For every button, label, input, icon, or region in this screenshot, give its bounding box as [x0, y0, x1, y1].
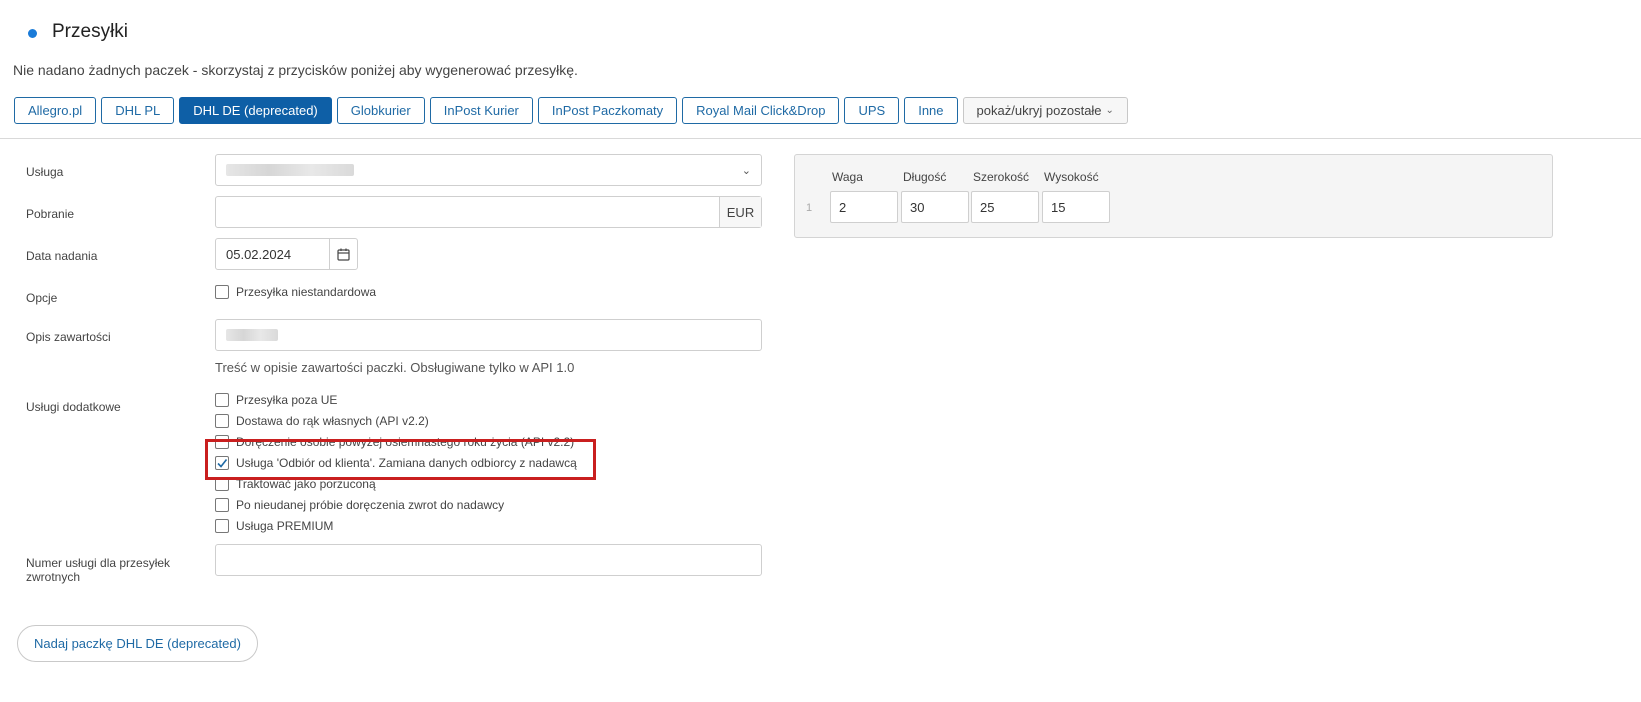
package-dimensions-panel: Waga Długość Szerokość Wysokość 1 2 30 2…: [794, 154, 1553, 238]
date-value: 05.02.2024: [226, 246, 292, 262]
extra-service-checkbox[interactable]: [215, 518, 229, 533]
extra-service-checkbox[interactable]: [215, 392, 229, 407]
chevron-down-icon: ⌄: [741, 165, 751, 177]
weight-header: Waga: [832, 170, 863, 184]
height-header: Wysokość: [1044, 170, 1099, 184]
calendar-icon: [337, 248, 350, 261]
return-service-label-line1: Numer usługi dla przesyłek: [26, 556, 171, 570]
carrier-button-bar: Allegro.pl DHL PL DHL DE (deprecated) Gl…: [14, 97, 1128, 124]
chevron-down-icon: ⌄: [1105, 105, 1114, 116]
cod-amount-input[interactable]: EUR: [215, 196, 762, 228]
length-input[interactable]: 30: [901, 191, 969, 223]
height-input[interactable]: 15: [1042, 191, 1110, 223]
option-nonstandard-row[interactable]: Przesyłka niestandardowa: [215, 281, 376, 302]
section-divider: [0, 138, 1641, 139]
nonstandard-checkbox[interactable]: [215, 284, 229, 299]
extra-service-item[interactable]: Po nieudanej próbie doręczenia zwrot do …: [215, 494, 577, 515]
service-label: Usługa: [26, 165, 64, 179]
show-hide-label: pokaż/ukryj pozostałe: [976, 103, 1102, 118]
cod-currency-addon: EUR: [719, 197, 761, 227]
content-description-help: Treść w opisie zawartości paczki. Obsług…: [215, 360, 575, 375]
extra-service-label: Po nieudanej próbie doręczenia zwrot do …: [236, 497, 505, 512]
extra-service-label: Dostawa do rąk własnych (API v2.2): [236, 413, 429, 428]
extra-service-label: Usługa PREMIUM: [236, 518, 334, 533]
redacted-service-value: [226, 164, 354, 176]
carrier-button-royal-mail[interactable]: Royal Mail Click&Drop: [682, 97, 840, 124]
create-shipment-button[interactable]: Nadaj paczkę DHL DE (deprecated): [17, 625, 258, 662]
extra-service-item[interactable]: Przesyłka poza UE: [215, 389, 577, 410]
content-description-input[interactable]: [215, 319, 762, 351]
return-service-number-label: Numer usługi dla przesyłek zwrotnych: [26, 556, 170, 584]
extra-service-checkbox[interactable]: [215, 413, 229, 428]
extra-service-item[interactable]: Dostawa do rąk własnych (API v2.2): [215, 410, 577, 431]
return-service-number-input[interactable]: [215, 544, 762, 576]
annotation-highlight-box: [205, 439, 596, 480]
service-select[interactable]: ⌄: [215, 154, 762, 186]
nonstandard-checkbox-label: Przesyłka niestandardowa: [236, 284, 377, 299]
carrier-button-globkurier[interactable]: Globkurier: [336, 97, 425, 124]
carrier-button-dhl-de[interactable]: DHL DE (deprecated): [179, 97, 332, 124]
return-service-label-line2: zwrotnych: [26, 570, 81, 584]
extra-services-label: Usługi dodatkowe: [26, 400, 121, 414]
weight-input[interactable]: 2: [830, 191, 898, 223]
show-hide-more-carriers-button[interactable]: pokaż/ukryj pozostałe ⌄: [962, 97, 1128, 124]
date-input[interactable]: 05.02.2024: [215, 238, 358, 270]
package-row-index: 1: [806, 202, 813, 214]
redacted-content-value: [226, 329, 278, 341]
no-shipments-message: Nie nadano żadnych paczek - skorzystaj z…: [13, 62, 578, 78]
carrier-button-inpost-paczkomaty[interactable]: InPost Paczkomaty: [537, 97, 678, 124]
carrier-button-dhl-pl[interactable]: DHL PL: [101, 97, 175, 124]
page-title: Przesyłki: [52, 21, 129, 42]
extra-service-label: Przesyłka poza UE: [236, 392, 338, 407]
extra-service-item[interactable]: Usługa PREMIUM: [215, 515, 577, 536]
carrier-button-ups[interactable]: UPS: [844, 97, 900, 124]
carrier-button-inpost-kurier[interactable]: InPost Kurier: [429, 97, 533, 124]
section-bullet-icon: [28, 29, 37, 38]
calendar-button[interactable]: [329, 239, 357, 269]
length-header: Długość: [903, 170, 947, 184]
content-description-label: Opis zawartości: [26, 330, 111, 344]
cod-label: Pobranie: [26, 207, 75, 221]
date-label: Data nadania: [26, 249, 98, 263]
width-header: Szerokość: [973, 170, 1030, 184]
options-label: Opcje: [26, 291, 58, 305]
carrier-button-inne[interactable]: Inne: [904, 97, 958, 124]
carrier-button-allegro[interactable]: Allegro.pl: [14, 97, 97, 124]
width-input[interactable]: 25: [971, 191, 1039, 223]
extra-service-checkbox[interactable]: [215, 497, 229, 512]
